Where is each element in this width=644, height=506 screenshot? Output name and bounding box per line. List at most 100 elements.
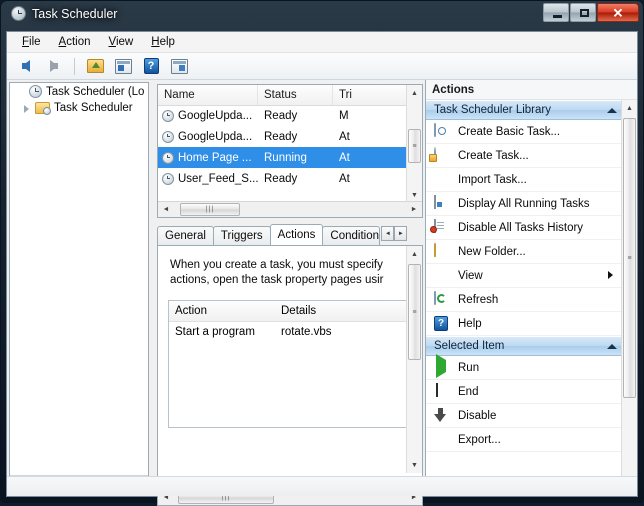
actions-group-label: Task Scheduler Library: [434, 104, 551, 116]
action-view[interactable]: View: [426, 264, 637, 288]
collapse-up-icon[interactable]: [607, 343, 617, 349]
help-button[interactable]: ?: [140, 56, 162, 77]
disable-history-icon: [434, 218, 450, 236]
toolbar: ?: [7, 53, 637, 80]
task-trigger-cell: At: [339, 151, 350, 164]
table-row[interactable]: Start a program rotate.vbs: [169, 322, 411, 342]
close-button[interactable]: ✕: [597, 3, 639, 22]
tab-conditions[interactable]: Conditions: [322, 226, 381, 245]
maximize-icon: [580, 9, 589, 17]
table-row[interactable]: Home Page ... Running At: [158, 147, 406, 168]
action-create-basic-task[interactable]: Create Basic Task...: [426, 120, 637, 144]
action-disable-all-tasks-history[interactable]: Disable All Tasks History: [426, 216, 637, 240]
scroll-right-arrow-icon[interactable]: ►: [406, 202, 422, 217]
action-run[interactable]: Run: [426, 353, 637, 380]
tab-scroll-right-button[interactable]: ►: [394, 226, 408, 241]
task-list-vscroll-thumb[interactable]: ≡: [408, 129, 421, 163]
details-cell: rotate.vbs: [281, 326, 332, 338]
action-label: Run: [458, 361, 480, 374]
actions-group-header-library[interactable]: Task Scheduler Library: [426, 100, 637, 120]
show-pane-button[interactable]: [168, 56, 190, 77]
actions-pane: Actions Task Scheduler Library Create Ba…: [425, 80, 637, 496]
action-import-task[interactable]: Import Task...: [426, 168, 637, 192]
forward-button[interactable]: [43, 56, 65, 77]
task-trigger-cell: At: [339, 172, 350, 185]
chevron-right-icon[interactable]: [22, 104, 31, 113]
actions-group-label: Selected Item: [434, 340, 505, 352]
actions-pane-title: Actions: [426, 80, 637, 100]
up-one-level-button[interactable]: [84, 56, 106, 77]
column-header-triggers[interactable]: Tri: [333, 85, 393, 105]
main-content: Task Scheduler (Lo Task Scheduler ◄ ||| …: [7, 80, 637, 506]
task-status-cell: Ready: [264, 172, 298, 185]
tree-node-label: Task Scheduler (Lo: [46, 85, 145, 98]
close-icon: ✕: [612, 5, 624, 20]
end-icon: [434, 382, 450, 400]
tab-actions[interactable]: Actions: [269, 224, 324, 245]
table-row[interactable]: GoogleUpda... Ready M: [158, 105, 406, 126]
tab-general[interactable]: General: [157, 226, 214, 245]
tab-panel-vertical-scrollbar[interactable]: ▲ ≡ ▼: [406, 246, 422, 473]
action-label: New Folder...: [458, 245, 526, 258]
task-scheduler-window: Task Scheduler ✕ File Action View Help ?…: [0, 0, 644, 506]
tree-node-label: Task Scheduler: [54, 102, 133, 114]
task-name-label: GoogleUpda...: [178, 130, 253, 143]
action-refresh[interactable]: Refresh: [426, 288, 637, 312]
table-row[interactable]: GoogleUpda... Ready At: [158, 126, 406, 147]
actions-pane-vertical-scrollbar[interactable]: ▲ ≡ ▼: [621, 100, 637, 496]
tree-expander-placeholder: [16, 87, 25, 96]
actions-table[interactable]: Action Details Start a program rotate.vb…: [168, 300, 412, 428]
forward-arrow-icon: [50, 60, 58, 72]
column-header-status[interactable]: Status: [258, 85, 333, 105]
action-end[interactable]: End: [426, 380, 637, 404]
menu-item-file[interactable]: File: [13, 34, 50, 50]
task-list[interactable]: Name Status Tri GoogleUpda... Ready M Go…: [157, 84, 423, 218]
tab-triggers[interactable]: Triggers: [212, 226, 271, 245]
back-arrow-icon: [22, 60, 30, 72]
back-button[interactable]: [15, 56, 37, 77]
blank-icon: [434, 172, 450, 188]
menu-item-help[interactable]: Help: [142, 34, 184, 50]
task-list-horizontal-scrollbar[interactable]: ◄ ||| ►: [158, 201, 422, 217]
minimize-button[interactable]: [543, 3, 569, 22]
tab-panel-vscroll-thumb[interactable]: ≡: [408, 264, 421, 360]
actions-description: When you create a task, you must specify…: [158, 246, 422, 294]
properties-button[interactable]: [112, 56, 134, 77]
tree-node-library[interactable]: Task Scheduler: [10, 100, 148, 116]
column-header-details[interactable]: Details: [277, 301, 411, 321]
show-pane-icon: [170, 58, 188, 74]
folder-clock-icon: [35, 102, 51, 115]
collapse-up-icon[interactable]: [607, 107, 617, 113]
console-tree-pane[interactable]: Task Scheduler (Lo Task Scheduler ◄ ||| …: [9, 82, 149, 492]
scroll-up-arrow-icon[interactable]: ▲: [622, 100, 637, 116]
scroll-left-arrow-icon[interactable]: ◄: [158, 202, 174, 217]
table-row[interactable]: User_Feed_S... Ready At: [158, 168, 406, 189]
action-help[interactable]: ? Help: [426, 312, 637, 336]
action-export[interactable]: Export...: [426, 428, 637, 452]
properties-icon: [114, 58, 132, 74]
tree-node-root[interactable]: Task Scheduler (Lo: [10, 83, 148, 100]
tab-panel-actions: When you create a task, you must specify…: [157, 245, 423, 490]
column-header-action[interactable]: Action: [169, 301, 277, 321]
action-display-all-running-tasks[interactable]: Display All Running Tasks: [426, 192, 637, 216]
scroll-up-arrow-icon[interactable]: ▲: [407, 85, 422, 101]
task-trigger-cell: M: [339, 109, 349, 122]
scroll-up-arrow-icon[interactable]: ▲: [407, 246, 422, 262]
tab-scroll-left-button[interactable]: ◄: [381, 226, 395, 241]
task-list-hscroll-track[interactable]: |||: [174, 202, 406, 217]
create-task-icon: [434, 146, 450, 164]
menu-item-action[interactable]: Action: [50, 34, 100, 50]
maximize-button[interactable]: [570, 3, 596, 22]
task-list-vertical-scrollbar[interactable]: ▲ ≡ ▼: [406, 85, 422, 203]
task-status-cell: Ready: [264, 130, 298, 143]
action-new-folder[interactable]: New Folder...: [426, 240, 637, 264]
actions-group-header-selected-item[interactable]: Selected Item: [426, 336, 637, 356]
menu-item-view[interactable]: View: [100, 34, 143, 50]
column-header-name[interactable]: Name: [158, 85, 258, 105]
action-create-task[interactable]: Create Task...: [426, 144, 637, 168]
actions-pane-vscroll-thumb[interactable]: ≡: [623, 118, 636, 398]
task-list-hscroll-thumb[interactable]: |||: [180, 203, 240, 216]
action-label: Help: [458, 317, 482, 330]
action-disable[interactable]: Disable: [426, 404, 637, 428]
scroll-down-arrow-icon[interactable]: ▼: [407, 457, 422, 473]
